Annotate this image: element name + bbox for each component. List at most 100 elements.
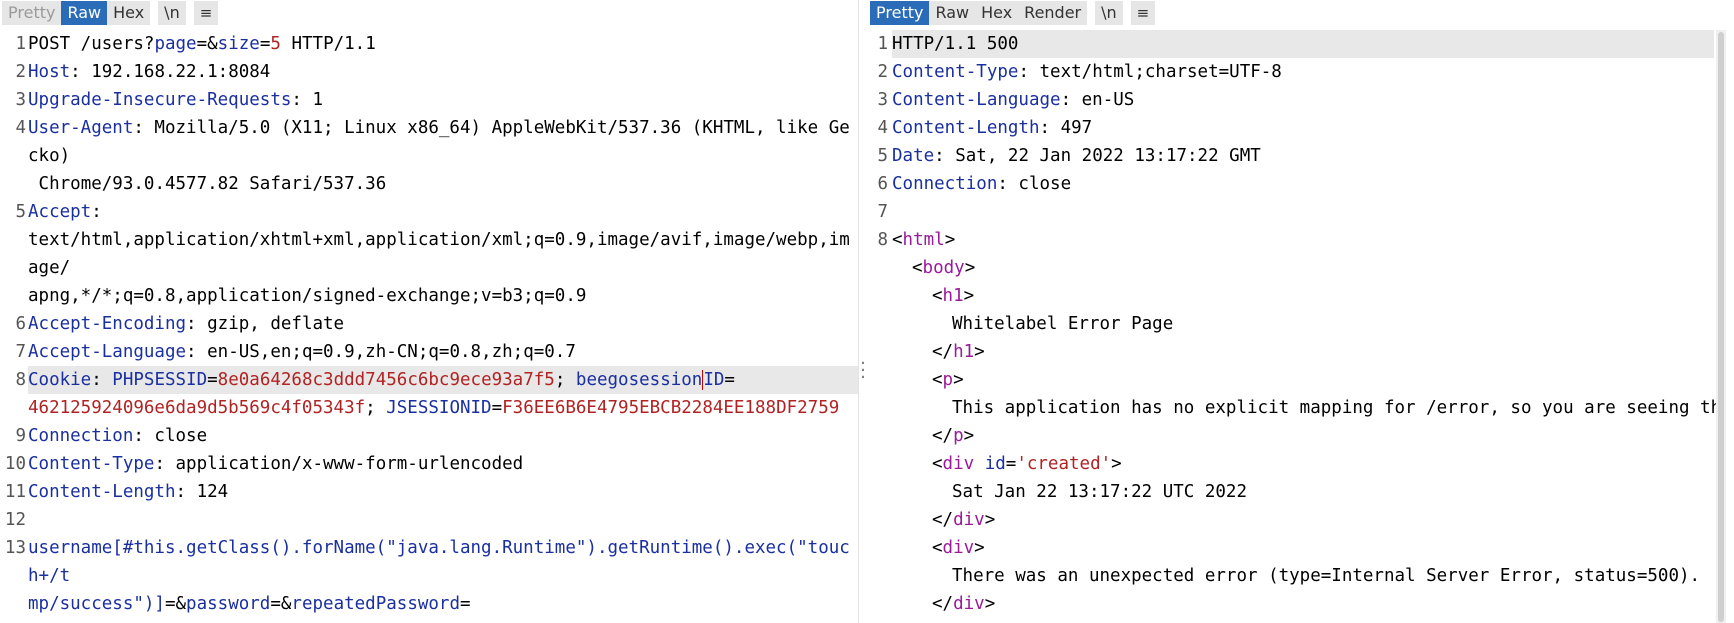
tag-bracket: >: [963, 286, 975, 306]
header-line: 10 Content-Type: application/x-www-form-…: [0, 450, 858, 478]
response-newline-toggle[interactable]: \n: [1095, 1, 1123, 25]
header-value-wrap: apng,*/*;q=0.8,application/signed-exchan…: [28, 286, 587, 306]
header-name: Connection: [892, 174, 998, 194]
tag-name: h1: [953, 342, 975, 362]
request-editor[interactable]: 1 POST /users?page=&size=5 HTTP/1.1 2 Ho…: [0, 30, 858, 623]
header-value: : close: [997, 174, 1072, 194]
header-name: Content-Type: [28, 454, 155, 474]
line-number: 5: [15, 202, 26, 222]
request-pane: Pretty Raw Hex \n ≡ 1 POST /users?page=&…: [0, 0, 858, 623]
cookie-line: 8 Cookie: PHPSESSID=8e0a64268c3ddd7456c6…: [0, 366, 858, 422]
blank-line: 7 ​: [868, 198, 1714, 226]
tag-name: p: [942, 370, 954, 390]
cookie-name: beegosession: [575, 370, 703, 390]
header-line: 4 Content-Length: 497: [868, 114, 1714, 142]
cookie-sep: =: [207, 370, 218, 390]
body-param-sep: =: [460, 594, 471, 614]
tag-bracket: </: [932, 510, 954, 530]
request-tab-hex[interactable]: Hex: [107, 1, 151, 25]
header-line: 2 Host: 192.168.22.1:8084: [0, 58, 858, 86]
request-newline-toggle[interactable]: \n: [158, 1, 186, 25]
header-line: 3 Upgrade-Insecure-Requests: 1: [0, 86, 858, 114]
tag-name: p: [953, 426, 964, 446]
response-menu-icon[interactable]: ≡: [1130, 1, 1156, 25]
html-line: There was an unexpected error (type=Inte…: [868, 562, 1714, 590]
header-name: Host: [28, 62, 71, 82]
param-name: page: [154, 34, 197, 54]
line-number: 2: [15, 62, 26, 82]
header-value: : Sat, 22 Jan 2022 13:17:22 GMT: [934, 146, 1261, 166]
blank-line: 12 ​: [0, 506, 858, 534]
response-editor[interactable]: 1 HTTP/1.1 500 2 Content-Type: text/html…: [868, 30, 1726, 623]
request-menu-icon[interactable]: ≡: [193, 1, 219, 25]
param-name: size: [217, 34, 260, 54]
html-line: <div>: [868, 534, 1714, 562]
header-line: 11 Content-Length: 124: [0, 478, 858, 506]
cookie-sep: =: [491, 398, 503, 418]
param-value: 5: [270, 34, 281, 54]
request-tab-pretty[interactable]: Pretty: [2, 1, 62, 25]
cookie-sep: =: [724, 370, 735, 390]
cookie-value: F36EE6B6E4795EBCB2284EE188DF2759: [502, 398, 840, 418]
tag-bracket: </: [932, 342, 954, 362]
line-number: 7: [15, 342, 26, 362]
line-number: 9: [15, 426, 26, 446]
tag-name: div: [942, 454, 975, 474]
cookie-name: PHPSESSID: [112, 370, 208, 390]
tag-bracket: <: [912, 258, 923, 278]
header-value: :: [91, 202, 102, 222]
drag-handle-icon[interactable]: · · ·: [858, 355, 868, 387]
tag-bracket: >: [953, 370, 964, 390]
tag-bracket: <: [932, 370, 943, 390]
tag-name: h1: [942, 286, 964, 306]
text-node: Whitelabel Error Page: [952, 314, 1174, 334]
header-line: 6 Connection: close: [868, 170, 1714, 198]
cookie-name: JSESSIONID: [386, 398, 492, 418]
tag-name: body: [922, 258, 965, 278]
response-tab-hex[interactable]: Hex: [975, 1, 1019, 25]
response-toolbar: Pretty Raw Hex Render \n ≡: [868, 0, 1726, 26]
response-tab-pretty[interactable]: Pretty: [870, 1, 930, 25]
attr-name: id: [974, 454, 1006, 474]
body-line: 13 username[#this.getClass().forName("ja…: [0, 534, 858, 618]
response-tab-raw[interactable]: Raw: [929, 1, 976, 25]
tag-bracket: >: [964, 258, 976, 278]
html-line: 8 <html>: [868, 226, 1714, 254]
tag-bracket: </: [932, 426, 954, 446]
param-sep: =: [259, 34, 271, 54]
header-name: Content-Length: [892, 118, 1040, 138]
tag-bracket: >: [974, 538, 985, 558]
tag-name: html: [902, 230, 945, 250]
header-value: : 497: [1039, 118, 1093, 138]
header-value: : gzip, deflate: [186, 314, 345, 334]
html-line: </h1>: [868, 338, 1714, 366]
header-name: Accept-Encoding: [28, 314, 187, 334]
header-name: Accept-Language: [28, 342, 187, 362]
line-number: 8: [877, 230, 888, 250]
header-value: : 192.168.22.1:8084: [70, 62, 271, 82]
header-line: 5 Accept: text/html,application/xhtml+xml…: [0, 198, 858, 310]
header-value: : en-US,en;q=0.9,zh-CN;q=0.8,zh;q=0.7: [186, 342, 576, 362]
response-tab-render[interactable]: Render: [1018, 1, 1088, 25]
line-number: 4: [877, 118, 888, 138]
line-number: 3: [877, 90, 888, 110]
line-number: 13: [4, 538, 26, 558]
header-name: Date: [892, 146, 935, 166]
line-number: 3: [15, 90, 26, 110]
body-param-name: password: [186, 594, 271, 614]
header-line: 9 Connection: close: [0, 422, 858, 450]
response-scrollbar[interactable]: [1716, 30, 1726, 623]
header-name: User-Agent: [28, 118, 134, 138]
html-line: <body>: [868, 254, 1714, 282]
request-tab-raw[interactable]: Raw: [61, 1, 108, 25]
header-value-wrap: Chrome/93.0.4577.82 Safari/537.36: [28, 174, 387, 194]
scrollbar-thumb[interactable]: [1718, 32, 1724, 622]
html-line: Sat Jan 22 13:17:22 UTC 2022: [868, 478, 1714, 506]
header-name: Cookie: [28, 370, 92, 390]
status-text: HTTP/1.1 500: [892, 30, 1714, 58]
header-name: Content-Length: [28, 482, 176, 502]
html-line: <p>: [868, 366, 1714, 394]
tag-name: div: [953, 510, 985, 530]
header-line: 3 Content-Language: en-US: [868, 86, 1714, 114]
cookie-name: ID: [703, 370, 725, 390]
